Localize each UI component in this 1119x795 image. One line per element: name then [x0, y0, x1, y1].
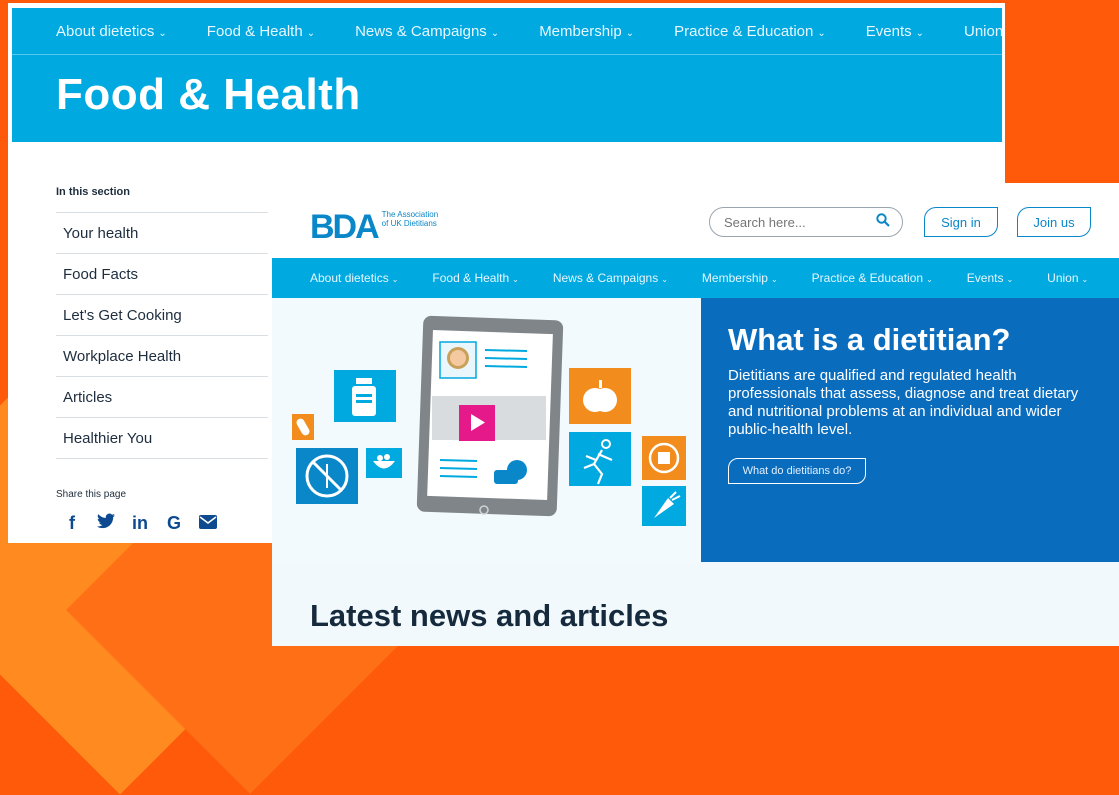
chevron-down-icon: ⌄: [817, 27, 826, 39]
search-icon[interactable]: [876, 213, 890, 232]
carrot-icon: [642, 486, 686, 526]
twitter-icon[interactable]: [96, 513, 116, 534]
section-heading: In this section: [56, 186, 130, 198]
nav-item-events[interactable]: Events ⌄: [866, 23, 924, 40]
page-title: Food & Health: [56, 70, 361, 119]
bowl-icon: [366, 448, 402, 478]
chevron-down-icon: ⌄: [625, 27, 635, 39]
sidebar-item-food-facts[interactable]: Food Facts: [56, 254, 268, 295]
chevron-down-icon: ⌄: [158, 27, 167, 39]
hero-panel: What is a dietitian? Dietitians are qual…: [701, 298, 1119, 562]
logo-mark: BDA: [310, 208, 380, 246]
no-gluten-icon: [642, 436, 686, 480]
share-links: f in G: [62, 513, 218, 534]
nav-item-events[interactable]: Events ⌄: [967, 271, 1013, 285]
top-navigation-banner: About dietetics ⌄ Food & Health ⌄ News & C…: [12, 8, 1005, 142]
sign-in-button[interactable]: Sign in: [924, 207, 998, 237]
nav-item-food-health[interactable]: Food & Health ⌄: [432, 271, 518, 285]
email-icon[interactable]: [198, 513, 218, 534]
logo-tagline: The Association of UK Dietitians: [381, 210, 439, 228]
sidebar-item-workplace-health[interactable]: Workplace Health: [56, 336, 268, 377]
nav-item-about-dietetics[interactable]: About dietetics ⌄: [56, 23, 167, 40]
what-do-dietitians-do-button[interactable]: What do dietitians do?: [728, 458, 866, 484]
chevron-down-icon: ⌄: [512, 275, 519, 284]
bda-logo[interactable]: BDA The Association of UK Dietitians: [310, 208, 452, 247]
bda-homepage-window: BDA The Association of UK Dietitians Sig…: [272, 183, 1119, 646]
main-nav: About dietetics ⌄ Food & Health ⌄ News & C…: [12, 8, 1005, 55]
supplement-icon: [334, 370, 396, 422]
no-wheat-icon: [296, 448, 358, 504]
nav-item-practice-education[interactable]: Practice & Education ⌄: [674, 23, 826, 40]
section-menu: Your health Food Facts Let's Get Cooking…: [56, 212, 268, 459]
sidebar-item-healthier-you[interactable]: Healthier You: [56, 418, 268, 459]
nav-item-news-campaigns[interactable]: News & Campaigns ⌄: [553, 271, 668, 285]
share-heading: Share this page: [56, 489, 127, 500]
sidebar-item-lets-get-cooking[interactable]: Let's Get Cooking: [56, 295, 268, 336]
join-us-button[interactable]: Join us: [1017, 207, 1091, 237]
search-input[interactable]: [722, 213, 866, 231]
search-box: [709, 207, 903, 237]
apple-icon: [569, 368, 631, 424]
tablet-icon: [416, 315, 564, 517]
nav-item-membership[interactable]: Membership ⌄: [539, 23, 634, 40]
chevron-down-icon: ⌄: [306, 27, 316, 39]
nav-item-practice-education[interactable]: Practice & Education ⌄: [812, 271, 933, 285]
chevron-down-icon: ⌄: [1006, 275, 1014, 284]
chevron-down-icon: ⌄: [391, 275, 399, 284]
capsule-icon: [292, 414, 314, 440]
nav-item-membership[interactable]: Membership ⌄: [702, 271, 778, 285]
hero-title: What is a dietitian?: [728, 322, 1011, 357]
nav-item-union[interactable]: Union⌄: [964, 23, 1005, 40]
chevron-down-icon: ⌄: [661, 275, 668, 284]
news-section: Latest news and articles: [272, 562, 1119, 646]
running-icon: [569, 432, 631, 486]
nav-item-union[interactable]: Union⌄: [1047, 271, 1088, 285]
facebook-icon[interactable]: f: [62, 513, 82, 534]
nav-item-news-campaigns[interactable]: News & Campaigns ⌄: [355, 23, 499, 40]
nav-item-about-dietetics[interactable]: About dietetics ⌄: [310, 271, 398, 285]
chevron-down-icon: ⌄: [770, 275, 778, 284]
linkedin-icon[interactable]: in: [130, 513, 150, 534]
chevron-down-icon: ⌄: [490, 27, 500, 39]
sidebar-item-articles[interactable]: Articles: [56, 377, 268, 418]
chevron-down-icon: ⌄: [1081, 275, 1089, 284]
hero-description: Dietitians are qualified and regulated h…: [728, 367, 1079, 438]
news-heading: Latest news and articles: [310, 598, 669, 633]
google-icon[interactable]: G: [164, 513, 184, 534]
hero-illustration: [272, 298, 701, 562]
sidebar-item-your-health[interactable]: Your health: [56, 213, 268, 254]
chevron-down-icon: ⌄: [915, 27, 924, 39]
main-nav: About dietetics ⌄ Food & Health ⌄ News & C…: [272, 258, 1119, 298]
chevron-down-icon: ⌄: [926, 275, 933, 284]
nav-item-food-health[interactable]: Food & Health ⌄: [207, 23, 315, 40]
